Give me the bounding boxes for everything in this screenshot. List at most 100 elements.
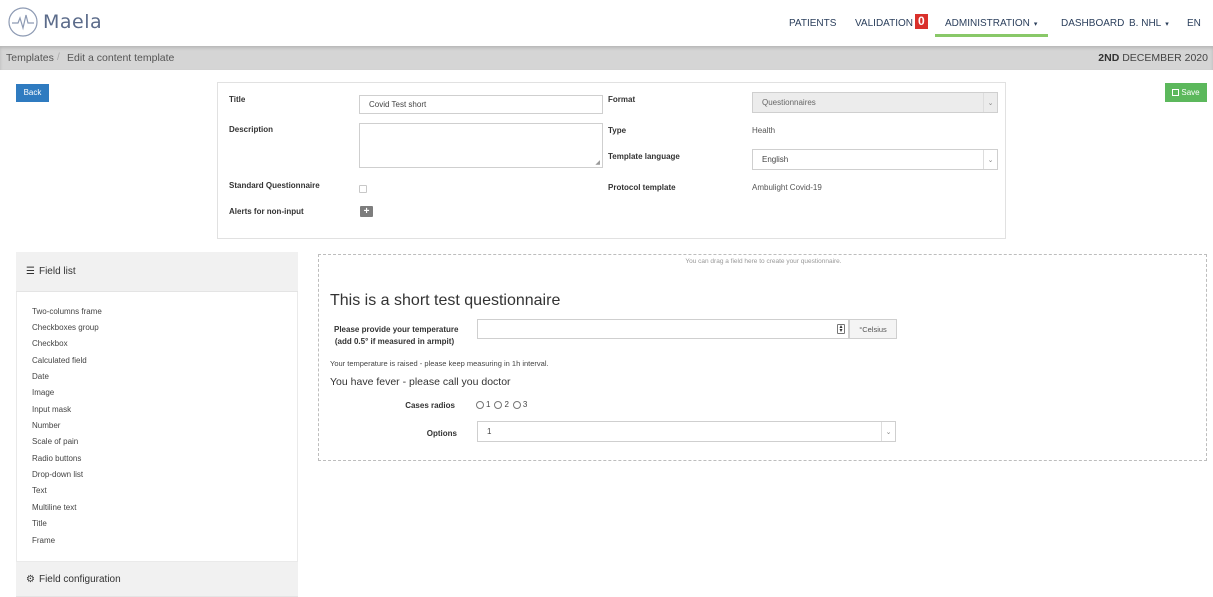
cases-radios-group: 1 2 3 xyxy=(476,400,531,409)
field-item-calculated-field[interactable]: Calculated field xyxy=(32,356,87,365)
list-icon: ☰ xyxy=(26,266,35,277)
options-label: Options xyxy=(426,429,457,438)
radio-option-1[interactable]: 1 xyxy=(476,400,490,409)
caret-down-icon: ▾ xyxy=(1033,21,1038,28)
nav-language-label: EN xyxy=(1187,18,1201,29)
nav-validation-label: VALIDATION xyxy=(855,18,913,29)
fever-note: You have fever - please call you doctor xyxy=(330,376,511,388)
field-item-number[interactable]: Number xyxy=(32,421,60,430)
nav-active-indicator xyxy=(935,34,1048,37)
radio-circle-icon[interactable] xyxy=(512,400,521,409)
nav-administration[interactable]: ADMINISTRATION ▾ xyxy=(945,0,1037,45)
drop-hint: You can drag a field here to create your… xyxy=(685,258,842,265)
caret-down-icon: ▾ xyxy=(1165,21,1169,28)
nav-language[interactable]: EN xyxy=(1187,0,1201,45)
radio-option-3[interactable]: 3 xyxy=(512,400,528,409)
alerts-label: Alerts for non-input xyxy=(229,207,304,216)
current-date-month-year: DECEMBER 2020 xyxy=(1122,52,1208,64)
breadcrumb: Templates / Edit a content template 2ND … xyxy=(0,46,1213,70)
title-input[interactable]: Covid Test short xyxy=(359,95,603,114)
field-item-date[interactable]: Date xyxy=(32,372,49,381)
field-item-image[interactable]: Image xyxy=(32,388,54,397)
title-input-value: Covid Test short xyxy=(369,100,427,109)
field-item-two-columns-frame[interactable]: Two-columns frame xyxy=(32,307,102,316)
nav-user-label: B. NHL xyxy=(1129,18,1162,29)
field-configuration-header: ⚙ Field configuration xyxy=(16,562,298,597)
gears-icon: ⚙ xyxy=(26,574,35,585)
protocol-template-label: Protocol template xyxy=(608,183,676,192)
format-select[interactable]: Questionnaires ⌄ xyxy=(752,92,998,113)
radio-option-2[interactable]: 2 xyxy=(494,400,509,409)
add-alert-button[interactable]: + xyxy=(360,206,373,217)
field-item-radio-buttons[interactable]: Radio buttons xyxy=(32,454,81,463)
radio-option-3-label: 3 xyxy=(522,400,528,409)
nav-dashboard[interactable]: DASHBOARD xyxy=(1061,0,1124,45)
current-date-day: 2ND xyxy=(1098,52,1120,64)
radio-circle-icon[interactable] xyxy=(494,400,503,409)
nav-administration-label: ADMINISTRATION xyxy=(945,18,1030,29)
save-button[interactable]: Save xyxy=(1165,83,1207,102)
options-select-value: 1 xyxy=(487,427,492,436)
type-label: Type xyxy=(608,126,627,135)
temperature-unit-addon: °Celsius xyxy=(849,319,897,339)
format-label: Format xyxy=(608,95,636,104)
temperature-label-line1: Please provide your temperature xyxy=(334,325,459,334)
temperature-raised-note: Your temperature is raised - please keep… xyxy=(330,359,549,368)
top-navbar: Maela PATIENTS VALIDATION 0 ADMINISTRATIO… xyxy=(0,0,1213,45)
radio-option-1-label: 1 xyxy=(486,400,491,409)
nav-validation[interactable]: VALIDATION 0 xyxy=(855,0,928,45)
questionnaire-drop-zone[interactable]: You can drag a field here to create your… xyxy=(318,254,1207,461)
field-item-checkboxes-group[interactable]: Checkboxes group xyxy=(32,323,99,332)
logo-text: Maela xyxy=(43,11,103,33)
field-item-frame[interactable]: Frame xyxy=(32,536,55,545)
type-value: Health xyxy=(752,126,776,135)
field-list-header: ☰ Field list xyxy=(16,252,298,292)
field-list-title: Field list xyxy=(38,266,76,277)
current-date: 2ND DECEMBER 2020 xyxy=(1098,52,1208,64)
cases-radios-label: Cases radios xyxy=(405,401,455,410)
questionnaire-title[interactable]: This is a short test questionnaire xyxy=(330,292,560,310)
field-item-text[interactable]: Text xyxy=(32,486,47,495)
standard-questionnaire-label: Standard Questionnaire xyxy=(229,181,320,190)
chevron-down-icon: ⌄ xyxy=(983,93,997,112)
breadcrumb-separator: / xyxy=(57,52,60,63)
protocol-template-value: Ambulight Covid-19 xyxy=(752,183,822,192)
format-select-value: Questionnaires xyxy=(762,98,816,107)
breadcrumb-templates-link[interactable]: Templates xyxy=(6,52,54,64)
standard-questionnaire-checkbox[interactable] xyxy=(359,185,367,193)
field-item-drop-down-list[interactable]: Drop-down list xyxy=(32,470,83,479)
template-language-value: English xyxy=(762,155,789,164)
field-item-scale-of-pain[interactable]: Scale of pain xyxy=(32,437,78,446)
radio-circle-icon[interactable] xyxy=(476,400,484,409)
title-label: Title xyxy=(229,95,246,104)
description-label: Description xyxy=(229,125,274,134)
field-configuration-title: Field configuration xyxy=(38,574,121,585)
radio-option-2-label: 2 xyxy=(504,400,509,409)
number-spinner-icon[interactable]: ▴ ▾ xyxy=(837,324,845,334)
field-item-multiline-text[interactable]: Multiline text xyxy=(32,503,76,512)
chevron-down-icon: ⌄ xyxy=(983,150,997,169)
nav-dashboard-label: DASHBOARD xyxy=(1061,18,1125,29)
nav-patients[interactable]: PATIENTS xyxy=(789,0,836,45)
template-language-select[interactable]: English ⌄ xyxy=(752,149,998,170)
template-language-label: Template language xyxy=(608,152,680,161)
chevron-down-icon: ⌄ xyxy=(881,422,895,441)
maela-logo[interactable]: Maela xyxy=(6,5,116,39)
temperature-number-input[interactable]: ▴ ▾ xyxy=(477,319,849,339)
field-list-sidebar: ☰ Field list Two-columns frame Checkboxes… xyxy=(16,252,298,597)
temperature-unit: °Celsius xyxy=(859,324,887,334)
description-textarea[interactable]: ◢ xyxy=(359,123,603,168)
temperature-label: Please provide your temperature (add 0.5… xyxy=(334,324,459,348)
temperature-label-line2: (add 0.5° if measured in armpit) xyxy=(334,337,455,346)
validation-count-badge: 0 xyxy=(914,14,928,29)
field-item-checkbox[interactable]: Checkbox xyxy=(32,339,68,348)
nav-user-menu[interactable]: B. NHL ▾ xyxy=(1129,0,1169,45)
back-button[interactable]: Back xyxy=(16,84,49,102)
save-button-label: Save xyxy=(1181,88,1200,97)
options-select[interactable]: 1 ⌄ xyxy=(477,421,896,442)
breadcrumb-current: Edit a content template xyxy=(67,52,175,64)
field-item-title[interactable]: Title xyxy=(32,519,47,528)
template-form-panel: Title Covid Test short Description ◢ Sta… xyxy=(217,82,1006,239)
resize-handle-icon[interactable]: ◢ xyxy=(595,159,600,166)
field-item-input-mask[interactable]: Input mask xyxy=(32,405,71,414)
